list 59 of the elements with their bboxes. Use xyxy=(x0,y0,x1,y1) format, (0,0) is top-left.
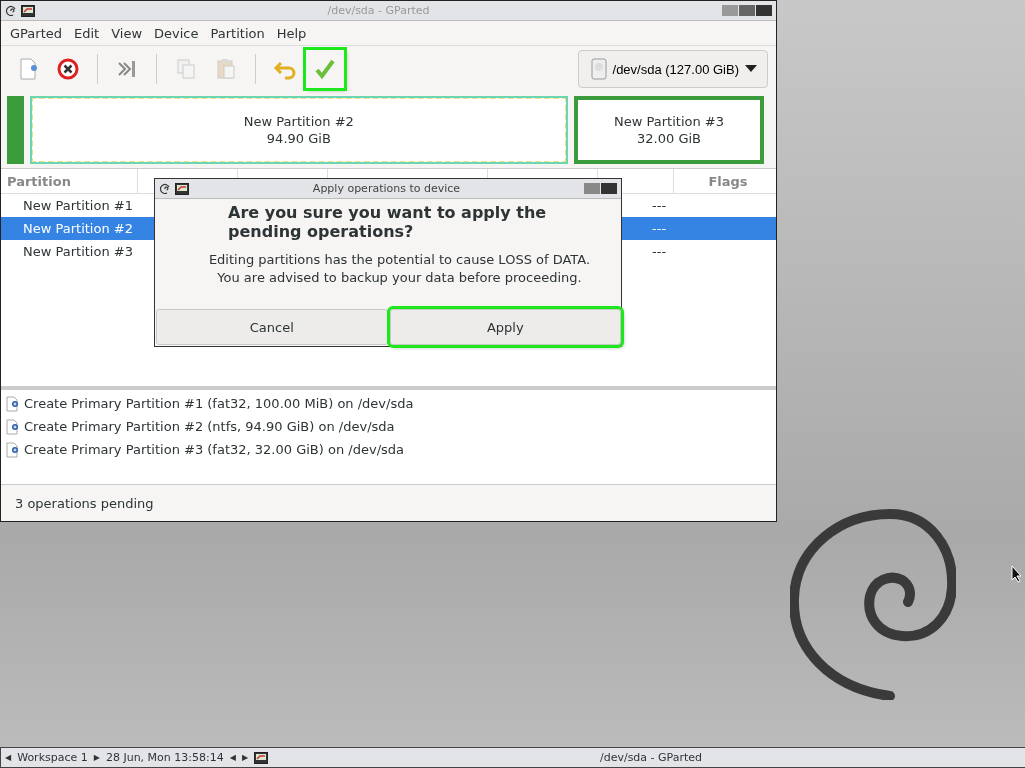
new-document-icon xyxy=(20,58,37,80)
close-button[interactable] xyxy=(756,5,772,16)
new-document-icon xyxy=(6,418,20,435)
clock: 28 Jun, Mon 13:58:14 xyxy=(105,751,224,764)
partition-name: New Partition #2 xyxy=(243,113,354,130)
workspace-label[interactable]: Workspace 1 xyxy=(17,751,88,764)
app-icon xyxy=(175,182,189,195)
partition-size: 32.00 GiB xyxy=(637,130,701,147)
table-cell: --- xyxy=(652,221,667,236)
copy-icon xyxy=(177,59,195,79)
menu-item[interactable]: Device xyxy=(148,25,205,41)
previous-task-button[interactable]: ◀ xyxy=(229,753,236,762)
app-icon xyxy=(254,751,269,764)
next-workspace-button[interactable]: ▶ xyxy=(93,753,100,762)
caret-icon xyxy=(745,65,757,73)
device-dropdown[interactable]: /dev/sda (127.00 GiB) xyxy=(577,50,768,88)
close-button[interactable] xyxy=(601,183,617,194)
menu-item[interactable]: Help xyxy=(270,25,313,41)
delete-icon xyxy=(57,58,79,80)
partition-block[interactable] xyxy=(7,96,24,164)
menu-item[interactable]: View xyxy=(105,25,149,41)
minimize-button[interactable] xyxy=(722,5,738,16)
table-cell: --- xyxy=(652,244,667,259)
menu-item[interactable]: Edit xyxy=(68,25,106,41)
partition-name: New Partition #3 xyxy=(614,113,724,130)
menu-item[interactable]: Partition xyxy=(204,25,271,41)
table-cell: New Partition #3 xyxy=(23,244,133,259)
maximize-button[interactable] xyxy=(739,5,755,16)
dialog-message: Editing partitions has the potential to cause LOSS of DATA. You are advised to backup your data before proceeding. xyxy=(207,251,592,287)
new-document-icon xyxy=(6,395,20,412)
maximize-button[interactable] xyxy=(584,183,600,194)
swirl-icon xyxy=(5,4,17,17)
dialog-heading: Are you sure you want to apply the pending operations? xyxy=(228,203,548,241)
operation-item: Create Primary Partition #2 (ntfs, 94.90 GiB) on /dev/sda xyxy=(24,419,395,434)
app-icon xyxy=(21,4,35,17)
undo-icon xyxy=(274,61,296,80)
checkmark-icon xyxy=(315,59,335,80)
window-title: /dev/sda - GParted xyxy=(326,4,431,17)
taskbar-task[interactable]: /dev/sda - GParted xyxy=(274,751,1025,764)
mouse-cursor-icon xyxy=(1011,565,1023,583)
menu-item[interactable]: GParted xyxy=(4,25,68,41)
status-text: 3 operations pending xyxy=(15,495,154,511)
column-header[interactable]: Partition xyxy=(7,173,71,189)
previous-workspace-button[interactable]: ◀ xyxy=(5,753,12,762)
swirl-icon xyxy=(159,182,171,195)
partition-block[interactable]: New Partition #2 94.90 GiB xyxy=(29,96,568,164)
resize-icon xyxy=(118,61,135,77)
column-header[interactable]: Flags xyxy=(708,173,748,189)
dialog-title: Apply operations to device xyxy=(311,182,462,195)
clipboard-icon xyxy=(217,59,235,79)
partition-size: 94.90 GiB xyxy=(266,130,331,147)
table-cell: New Partition #2 xyxy=(23,221,133,236)
operation-item: Create Primary Partition #1 (fat32, 100.00 MiB) on /dev/sda xyxy=(24,396,414,411)
next-task-button[interactable]: ▶ xyxy=(241,753,249,762)
partition-block[interactable]: New Partition #3 32.00 GiB xyxy=(573,96,765,164)
dialog-button[interactable]: Cancel xyxy=(156,309,388,345)
new-document-icon xyxy=(6,441,20,458)
operation-item: Create Primary Partition #3 (fat32, 32.00 GiB) on /dev/sda xyxy=(24,442,404,457)
dialog-button[interactable]: Apply xyxy=(389,309,621,345)
